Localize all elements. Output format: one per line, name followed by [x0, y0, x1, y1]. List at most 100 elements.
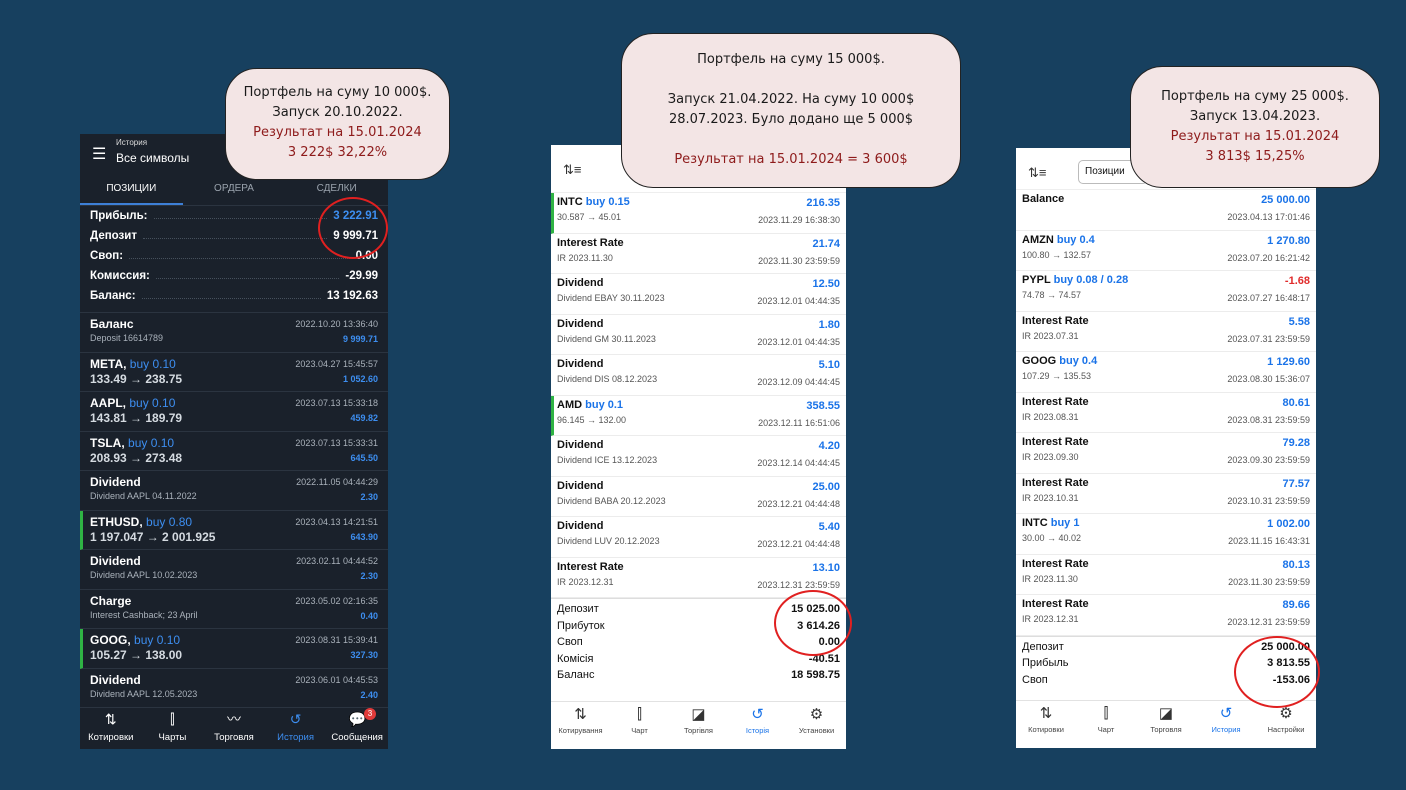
nav-trade[interactable]: ◪ Торговля: [1136, 701, 1196, 748]
list-item[interactable]: Dividend Dividend AAPL 04.11.2022 2022.1…: [80, 471, 388, 511]
list-item[interactable]: AMD buy 0.1 96.145 → 132.00 358.55 2023.12.…: [551, 395, 846, 436]
total-label: Своп: [557, 636, 583, 648]
nav-charts[interactable]: ⫿ Чарты: [142, 708, 204, 749]
item-date: 2023.08.30 15:36:07: [1227, 374, 1310, 384]
nav-label: История: [1211, 725, 1241, 734]
item-title: Interest Rate: [1022, 314, 1089, 327]
deal-list: Баланс Deposit 16614789 2022.10.20 13:36…: [80, 313, 388, 708]
callout-line: Портфель на суму 10 000$.: [243, 85, 432, 100]
nav-label: Торговля: [214, 732, 254, 743]
item-value: 5.10: [818, 359, 840, 371]
nav-history[interactable]: ↺ Історія: [728, 702, 787, 749]
nav-label: Торговля: [1150, 725, 1182, 734]
item-title: GOOG,: [90, 633, 131, 647]
list-item[interactable]: Dividend Dividend AAPL 12.05.2023 2023.0…: [80, 669, 388, 708]
nav-label: Торгівля: [684, 726, 713, 735]
nav-quotes[interactable]: ⇅ Котировки: [1016, 701, 1076, 748]
nav-settings[interactable]: ⚙ Настройки: [1256, 701, 1316, 748]
list-item[interactable]: Interest Rate IR 2023.09.30 79.28 2023.09.3…: [1016, 433, 1316, 474]
summary-value: 13 192.63: [326, 290, 378, 302]
list-item[interactable]: Interest Rate IR 2023.10.31 77.57 2023.10.3…: [1016, 474, 1316, 514]
list-item[interactable]: Dividend Dividend GM 30.11.2023 1.80 2023.1…: [551, 315, 846, 355]
sort-icon[interactable]: ⇅≡: [1028, 165, 1046, 181]
symbol-filter[interactable]: Все символы: [116, 151, 189, 165]
item-date: 2023.11.15 16:43:31: [1228, 536, 1310, 546]
list-item[interactable]: Interest Rate IR 2023.12.31 89.66 2023.12.3…: [1016, 595, 1316, 636]
summary-label: Прибыль:: [90, 210, 148, 222]
item-title: AMZN: [1022, 233, 1054, 246]
item-date: 2023.06.01 04:45:53: [295, 674, 378, 685]
list-item[interactable]: AMZN buy 0.4 100.80 → 132.57 1 270.80 2023.…: [1016, 231, 1316, 271]
item-value: 13.10: [812, 561, 840, 574]
summary-row: Комиссия: -29.99: [90, 270, 378, 290]
nav-settings[interactable]: ⚙ Установки: [787, 702, 846, 749]
nav-label: Сообщения: [331, 732, 383, 743]
total-label: Прибыль: [1022, 657, 1069, 669]
nav-label: Установки: [798, 726, 835, 735]
arrows-updown-icon: ⇅: [574, 706, 587, 723]
list-item[interactable]: Dividend Dividend DIS 08.12.2023 5.10 2023.…: [551, 355, 846, 396]
item-value: 77.57: [1282, 477, 1310, 490]
item-sub: 133.49 → 238.75: [90, 371, 183, 386]
nav-quotes[interactable]: ⇅ Котирування: [551, 702, 610, 749]
history-clock-icon: ↺: [289, 711, 302, 727]
list-item[interactable]: META, buy 0.10 133.49 → 238.75 2023.04.2…: [80, 353, 388, 392]
item-value: 2.30: [360, 492, 378, 502]
header-title: История: [116, 138, 148, 147]
sort-icon[interactable]: ⇅≡: [563, 162, 581, 178]
item-buy: buy 1: [1050, 517, 1080, 529]
item-date: 2023.09.30 23:59:59: [1227, 455, 1310, 465]
list-item[interactable]: Dividend Dividend BABA 20.12.2023 25.00 202…: [551, 477, 846, 517]
list-item[interactable]: Interest Rate IR 2023.11.30 21.74 2023.11.3…: [551, 234, 846, 274]
nav-chart[interactable]: ⫿ Чарт: [610, 702, 669, 749]
list-item[interactable]: ETHUSD, buy 0.80 1 197.047 → 2 001.925 2…: [80, 510, 388, 550]
nav-chart[interactable]: ⫿ Чарт: [1076, 701, 1136, 748]
item-title: Balance: [1022, 193, 1065, 205]
total-label: Своп: [1022, 673, 1048, 686]
list-item[interactable]: INTC buy 0.15 30.587 → 45.01 216.35 2023.11…: [551, 193, 846, 234]
item-value: 358.55: [806, 399, 840, 412]
item-buy: buy 0.10: [128, 435, 175, 450]
item-value: 327.30: [350, 650, 378, 660]
callout-line: Запуск 13.04.2023.: [1189, 109, 1321, 124]
list-item[interactable]: Баланс Deposit 16614789 2022.10.20 13:36…: [80, 313, 388, 353]
callout-portfolio-10000: Портфель на суму 10 000$. Запуск 20.10.2…: [225, 68, 450, 180]
list-item[interactable]: Charge Interest Cashback; 23 April 2023.…: [80, 590, 388, 629]
item-date: 2023.07.20 16:21:42: [1227, 252, 1310, 263]
list-item[interactable]: Balance 25 000.00 2023.04.13 17:01:46: [1016, 190, 1316, 231]
list-item[interactable]: Dividend Dividend LUV 20.12.2023 5.40 2023.…: [551, 517, 846, 558]
list-item[interactable]: PYPL buy 0.08 / 0.28 74.78 → 74.57 -1.68 20…: [1016, 271, 1316, 312]
list-item[interactable]: AAPL, buy 0.10 143.81 → 189.79 2023.07.1…: [80, 392, 388, 432]
item-value: 0.40: [360, 610, 378, 621]
list-item[interactable]: Dividend Dividend AAPL 10.02.2023 2023.0…: [80, 550, 388, 590]
list-item[interactable]: Dividend Dividend EBAY 30.11.2023 12.50 202…: [551, 274, 846, 315]
item-sub: 143.81 → 189.79: [90, 411, 183, 425]
tab-positions[interactable]: ПОЗИЦИИ: [80, 174, 183, 205]
nav-messages[interactable]: 💬 3 Сообщения: [326, 708, 388, 749]
nav-quotes[interactable]: ⇅ Котировки: [80, 708, 142, 749]
menu-icon[interactable]: ☰: [92, 144, 106, 164]
list-item[interactable]: INTC buy 1 30.00 → 40.02 1 002.00 2023.11.1…: [1016, 514, 1316, 555]
item-date: 2023.04.27 15:45:57: [295, 358, 378, 369]
nav-trade[interactable]: ◪ Торгівля: [669, 702, 728, 749]
summary-row: Баланс: 13 192.63: [90, 290, 378, 310]
item-value: 643.90: [350, 531, 378, 542]
nav-history[interactable]: ↺ История: [1196, 701, 1256, 748]
item-title: INTC: [557, 196, 583, 208]
nav-history[interactable]: ↺ История: [265, 708, 327, 749]
item-title: Dividend: [557, 277, 604, 289]
list-item[interactable]: Dividend Dividend ICE 13.12.2023 4.20 2023.…: [551, 436, 846, 477]
list-item[interactable]: Interest Rate IR 2023.07.31 5.58 2023.07.31…: [1016, 312, 1316, 352]
nav-trade[interactable]: 〰 Торговля: [203, 708, 265, 749]
list-item[interactable]: GOOG, buy 0.10 105.27 → 138.00 2023.08.3…: [80, 629, 388, 669]
list-item[interactable]: Interest Rate IR 2023.11.30 80.13 2023.11.3…: [1016, 555, 1316, 595]
nav-label: История: [277, 732, 314, 743]
list-item[interactable]: GOOG buy 0.4 107.29 → 135.53 1 129.60 2023.…: [1016, 352, 1316, 393]
item-buy: buy 0.15: [585, 196, 630, 208]
list-item[interactable]: Interest Rate IR 2023.08.31 80.61 2023.08.3…: [1016, 393, 1316, 433]
item-value: 1 129.60: [1267, 356, 1310, 368]
callout-result: Результат на 15.01.2024: [253, 125, 422, 140]
item-buy: buy 0.80: [146, 514, 193, 529]
list-item[interactable]: TSLA, buy 0.10 208.93 → 273.48 2023.07.1…: [80, 432, 388, 471]
item-title: INTC: [1022, 517, 1048, 529]
